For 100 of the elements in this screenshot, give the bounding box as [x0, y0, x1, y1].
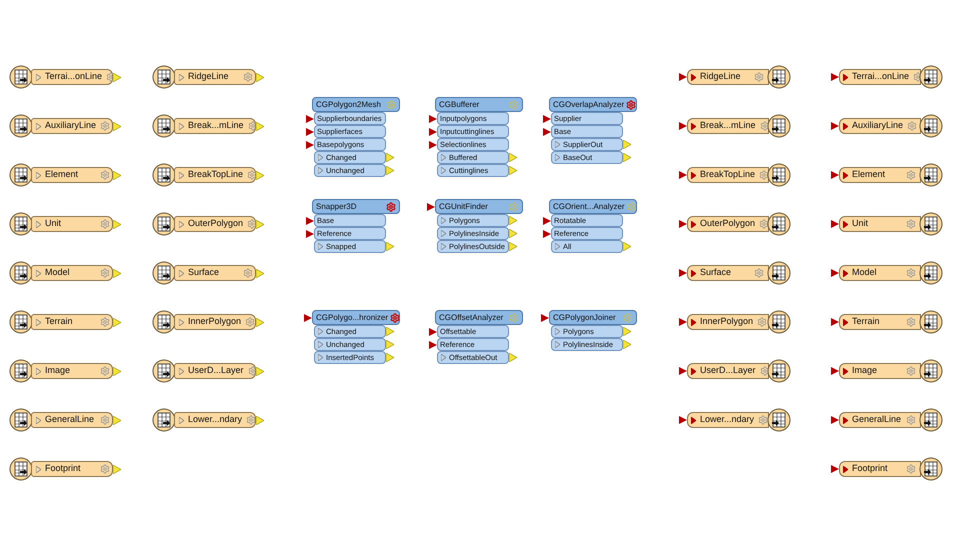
settings-icon[interactable]	[246, 415, 256, 425]
expand-arrow-icon[interactable]	[179, 122, 184, 130]
expand-arrow-icon[interactable]	[179, 74, 184, 80]
input-port-icon[interactable]	[304, 314, 312, 322]
expand-arrow-icon[interactable]	[843, 74, 848, 80]
input-port-icon[interactable]	[831, 73, 839, 81]
input-port-icon[interactable]	[679, 171, 687, 179]
input-port-icon[interactable]	[679, 367, 687, 375]
reader-feature-type[interactable]: Surface	[174, 265, 256, 281]
input-port-icon[interactable]	[679, 220, 687, 228]
settings-icon[interactable]	[247, 170, 258, 180]
transformer-header[interactable]: CGPolygon2Mesh	[312, 97, 400, 112]
expand-arrow-icon[interactable]	[691, 74, 696, 80]
reader-feature-type[interactable]: UserD...Layer	[174, 363, 256, 379]
expand-arrow-icon[interactable]	[843, 270, 848, 276]
settings-icon[interactable]	[759, 219, 770, 229]
writer-feature-type[interactable]: Surface	[687, 265, 769, 281]
input-port-icon[interactable]	[679, 122, 687, 130]
reader-feature-type[interactable]: GeneralLine	[31, 412, 113, 428]
input-port-icon[interactable]	[427, 202, 435, 210]
expand-arrow-icon[interactable]	[179, 270, 184, 276]
writer-feature-type[interactable]: GeneralLine	[839, 412, 921, 428]
writer-feature-type[interactable]: Terrain	[839, 314, 921, 330]
reader-feature-type[interactable]: Unit	[31, 216, 113, 232]
expand-arrow-icon[interactable]	[843, 122, 848, 130]
expand-arrow-icon[interactable]	[691, 122, 696, 130]
input-port-icon[interactable]	[831, 171, 839, 179]
transformer-header[interactable]: CGPolygo...hronizer	[312, 310, 400, 325]
expand-arrow-icon[interactable]	[691, 270, 696, 276]
transformer-header[interactable]: CGUnitFinder	[435, 199, 523, 214]
input-port-icon[interactable]	[679, 318, 687, 326]
settings-icon[interactable]	[758, 415, 768, 425]
expand-arrow-icon[interactable]	[36, 172, 41, 178]
reader-feature-type[interactable]: Model	[31, 265, 113, 281]
writer-feature-type[interactable]: Terrai...onLine	[839, 69, 921, 85]
transformer-header[interactable]: CGOffsetAnalyzer	[435, 310, 523, 325]
expand-arrow-icon[interactable]	[843, 318, 848, 326]
settings-icon[interactable]	[245, 317, 256, 327]
settings-icon[interactable]	[390, 312, 400, 322]
writer-feature-type[interactable]: Unit	[839, 216, 921, 232]
reader-feature-type[interactable]: Break...mLine	[174, 118, 256, 134]
expand-arrow-icon[interactable]	[36, 220, 41, 228]
input-port-icon[interactable]	[831, 367, 839, 375]
reader-feature-type[interactable]: InnerPolygon	[174, 314, 256, 330]
input-port-icon[interactable]	[679, 416, 687, 424]
expand-arrow-icon[interactable]	[843, 368, 848, 374]
input-port-icon[interactable]	[541, 314, 549, 322]
transformer-header[interactable]: CGOrient...Analyzer	[549, 199, 637, 214]
writer-feature-type[interactable]: Lower...ndary	[687, 412, 769, 428]
reader-feature-type[interactable]: Element	[31, 167, 113, 183]
settings-icon[interactable]	[760, 121, 770, 131]
expand-arrow-icon[interactable]	[441, 354, 446, 361]
transformer-header[interactable]: CGOverlapAnalyzer	[549, 97, 637, 112]
expand-arrow-icon[interactable]	[36, 122, 41, 130]
writer-feature-type[interactable]: Element	[839, 167, 921, 183]
writer-feature-type[interactable]: Break...mLine	[687, 118, 769, 134]
expand-arrow-icon[interactable]	[318, 243, 323, 250]
writer-feature-type[interactable]: RidgeLine	[687, 69, 769, 85]
writer-feature-type[interactable]: UserD...Layer	[687, 363, 769, 379]
settings-icon[interactable]	[386, 202, 396, 212]
reader-feature-type[interactable]: AuxiliaryLine	[31, 118, 113, 134]
transformer-header[interactable]: CGPolygonJoiner	[549, 310, 637, 325]
writer-feature-type[interactable]: Footprint	[839, 461, 921, 477]
expand-arrow-icon[interactable]	[179, 368, 184, 374]
expand-arrow-icon[interactable]	[555, 243, 560, 250]
settings-icon[interactable]	[247, 219, 258, 229]
input-port-icon[interactable]	[831, 122, 839, 130]
expand-arrow-icon[interactable]	[843, 220, 848, 228]
input-port-icon[interactable]	[831, 269, 839, 277]
settings-icon[interactable]	[248, 366, 258, 376]
writer-feature-type[interactable]: BreakTopLine	[687, 167, 769, 183]
transformer-header[interactable]: Snapper3D	[312, 199, 400, 214]
input-port-icon[interactable]	[679, 73, 687, 81]
input-port-icon[interactable]	[679, 269, 687, 277]
reader-feature-type[interactable]: Lower...ndary	[174, 412, 256, 428]
writer-feature-type[interactable]: OuterPolygon	[687, 216, 769, 232]
reader-feature-type[interactable]: Terrain	[31, 314, 113, 330]
input-port-icon[interactable]	[831, 220, 839, 228]
settings-icon[interactable]	[760, 366, 770, 376]
expand-arrow-icon[interactable]	[36, 74, 41, 80]
expand-arrow-icon[interactable]	[36, 270, 41, 276]
writer-feature-type[interactable]: AuxiliaryLine	[839, 118, 921, 134]
reader-feature-type[interactable]: BreakTopLine	[174, 167, 256, 183]
reader-feature-type[interactable]: Image	[31, 363, 113, 379]
expand-arrow-icon[interactable]	[843, 466, 848, 472]
expand-arrow-icon[interactable]	[36, 466, 41, 472]
expand-arrow-icon[interactable]	[36, 416, 41, 424]
input-port-icon[interactable]	[831, 318, 839, 326]
settings-icon[interactable]	[759, 170, 770, 180]
reader-feature-type[interactable]: Terrai...onLine	[31, 69, 113, 85]
reader-feature-type[interactable]: OuterPolygon	[174, 216, 256, 232]
writer-feature-type[interactable]: Image	[839, 363, 921, 379]
expand-arrow-icon[interactable]	[179, 172, 184, 178]
writer-feature-type[interactable]: InnerPolygon	[687, 314, 769, 330]
settings-icon[interactable]	[626, 100, 636, 110]
expand-arrow-icon[interactable]	[179, 220, 184, 228]
input-port-icon[interactable]	[831, 416, 839, 424]
expand-arrow-icon[interactable]	[691, 220, 696, 228]
expand-arrow-icon[interactable]	[36, 368, 41, 374]
input-port-icon[interactable]	[831, 465, 839, 473]
